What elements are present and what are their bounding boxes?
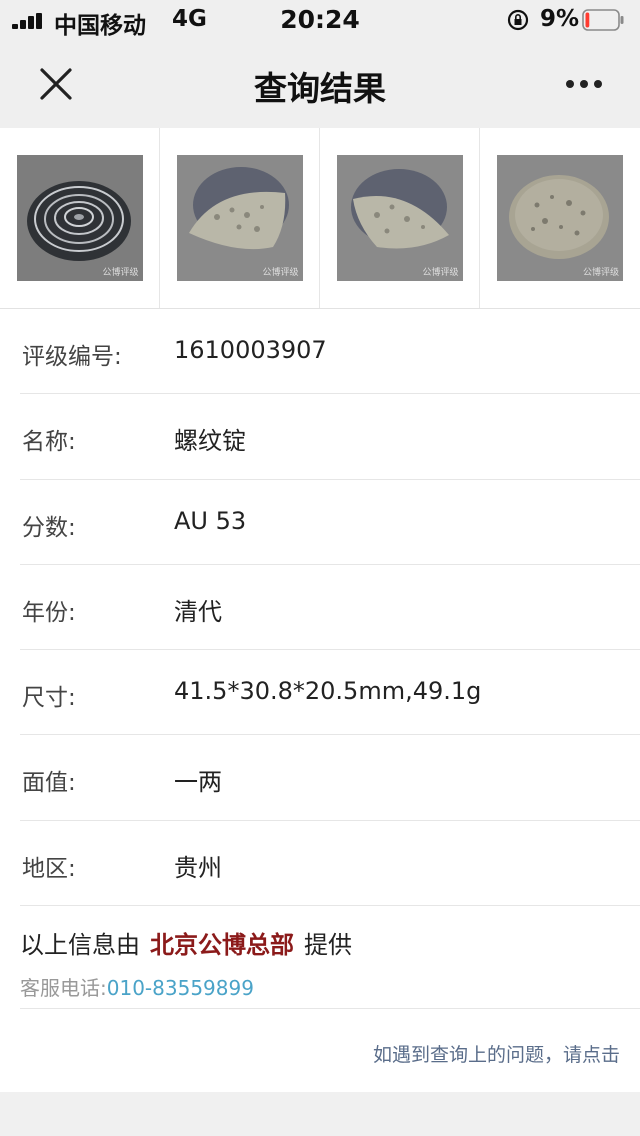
carrier-name: 中国移动 [54,13,146,39]
row-value: 清代 [174,597,222,626]
info-row-denomination: 面值: 一两 [20,735,640,821]
service-label: 客服电话: [20,976,107,1000]
ingot-spiral-image [16,155,143,281]
row-label: 评级编号: [22,344,122,370]
row-value: 1610003907 [174,336,327,364]
row-value: 螺纹锭 [174,427,246,456]
row-value: 41.5*30.8*20.5mm,49.1g [174,677,482,706]
more-icon[interactable] [558,70,610,98]
row-value: 一两 [174,768,222,797]
ingot-side-image [336,155,463,281]
provider-prefix: 以上信息由 [20,931,140,959]
thumbnail-cell: 公博评级 [480,128,640,308]
close-icon[interactable] [34,62,78,106]
info-row-grade-number: 评级编号: 1610003907 [20,309,640,395]
row-label: 尺寸: [22,685,76,712]
nav-bar: 查询结果 [0,40,640,128]
ingot-photo-4[interactable]: 公博评级 [497,155,623,281]
page-title: 查询结果 [254,69,386,108]
provider-info: 以上信息由 北京公博总部 提供 客服电话:010-83559899 [20,925,640,1001]
info-row-score: 分数: AU 53 [20,480,640,565]
photo-strip: 公博评级 公博评级 公博评级 公博评级 [0,128,640,309]
provider-suffix: 提供 [304,931,352,959]
row-label: 名称: [22,429,76,456]
ingot-photo-3[interactable]: 公博评级 [336,155,463,281]
status-bar: 中国移动 4G 20:24 9% [0,0,640,40]
row-label: 地区: [22,855,76,882]
network-type: 4G [172,6,207,32]
thumbnail-cell: 公博评级 [0,128,160,308]
row-value: AU 53 [174,506,247,535]
thumbnail-cell: 公博评级 [160,128,320,308]
battery-icon [582,9,624,31]
watermark: 公博评级 [262,268,299,278]
row-label: 分数: [22,514,76,541]
help-link[interactable]: 如遇到查询上的问题，请点击 [373,1040,620,1067]
ingot-top-image [497,155,623,281]
service-phone-link[interactable]: 010-83559899 [107,976,254,1000]
provider-org: 北京公博总部 [150,931,294,959]
watermark: 公博评级 [422,268,459,278]
battery-fill [585,12,590,28]
info-row-year: 年份: 清代 [20,565,640,651]
ingot-photo-2[interactable]: 公博评级 [176,155,303,281]
signal-icon [12,13,46,29]
row-value: 贵州 [174,853,222,882]
info-row-size: 尺寸: 41.5*30.8*20.5mm,49.1g [20,650,640,736]
battery-percent: 9% [540,6,580,32]
rotation-lock-icon [507,9,529,31]
provider-line: 以上信息由 北京公博总部 提供 [20,925,640,960]
info-row-name: 名称: 螺纹锭 [20,394,640,480]
ingot-photo-1[interactable]: 公博评级 [16,155,143,281]
service-line: 客服电话:010-83559899 [20,972,640,1001]
watermark: 公博评级 [102,268,139,278]
info-row-region: 地区: 贵州 [20,821,640,907]
watermark: 公博评级 [582,268,619,278]
info-list: 评级编号: 1610003907 名称: 螺纹锭 分数: AU 53 年份: 清… [0,309,640,907]
divider [20,1008,640,1009]
status-time: 20:24 [280,5,360,34]
footer-band [0,1092,640,1136]
row-label: 面值: [22,770,76,797]
ingot-side-image [176,155,303,281]
row-label: 年份: [22,599,76,626]
thumbnail-cell: 公博评级 [320,128,480,308]
